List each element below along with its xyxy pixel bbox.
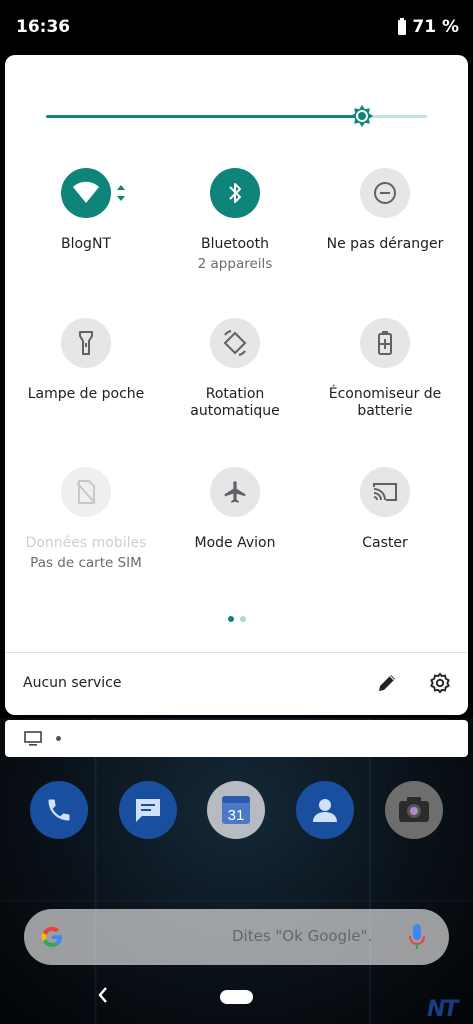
contacts-icon — [313, 799, 337, 822]
tile-rotate-button[interactable] — [210, 318, 260, 368]
tile-wifi-button[interactable] — [61, 168, 125, 218]
screen-icon — [24, 731, 42, 746]
home-pill-button[interactable] — [220, 990, 253, 1004]
tile-airplane-button[interactable] — [210, 467, 260, 517]
tile-flashlight-button[interactable] — [61, 318, 111, 368]
tile-label: Ne pas déranger — [326, 236, 444, 252]
settings-gear-icon[interactable] — [429, 672, 451, 694]
tile-label: Mode Avion — [194, 535, 276, 551]
pager-dot[interactable] — [240, 616, 246, 622]
tile-flashlight[interactable]: Lampe de poche — [11, 318, 161, 403]
status-time: 16:36 — [16, 17, 71, 37]
notification-shelf[interactable] — [5, 720, 468, 757]
tile-sublabel: Pas de carte SIM — [30, 555, 142, 571]
quick-settings-footer: Aucun service — [5, 652, 468, 716]
mobile-data-off-icon — [76, 480, 96, 504]
tile-cast[interactable]: Caster — [310, 467, 460, 552]
tile-wifi[interactable]: BlogNT — [11, 168, 161, 253]
tile-mobile-data-button[interactable] — [61, 467, 111, 517]
microphone-icon[interactable] — [409, 923, 425, 951]
tile-bluetooth-button[interactable] — [210, 168, 260, 218]
tile-battery-saver-button[interactable] — [360, 318, 410, 368]
home-wallpaper — [0, 718, 473, 1024]
quick-settings-panel: BlogNT Bluetooth 2 appareils Ne pas déra… — [5, 55, 468, 715]
wifi-icon — [73, 181, 99, 203]
calendar-date: 31 — [228, 807, 245, 824]
camera-icon — [399, 797, 429, 822]
tile-do-not-disturb[interactable]: Ne pas déranger — [310, 168, 460, 253]
airplane-icon — [224, 481, 246, 503]
tile-cast-button[interactable] — [360, 467, 410, 517]
brightness-slider-fill — [46, 115, 363, 118]
dock-calendar[interactable]: 31 — [207, 781, 265, 839]
tile-airplane-mode[interactable]: Mode Avion — [160, 467, 310, 552]
tile-mobile-data[interactable]: Données mobiles Pas de carte SIM — [11, 467, 161, 572]
edit-icon[interactable] — [376, 672, 398, 694]
back-chevron-icon[interactable] — [95, 984, 111, 1006]
status-bar: 16:36 71 % — [0, 0, 473, 56]
battery-icon — [398, 17, 407, 35]
tile-auto-rotate[interactable]: Rotation automatique — [160, 318, 310, 420]
tile-battery-saver[interactable]: Économiseur de batterie — [310, 318, 460, 420]
dock-contacts[interactable] — [296, 781, 354, 839]
pager-dot-active[interactable] — [228, 616, 234, 622]
tile-label: Caster — [362, 535, 408, 551]
tile-label: Économiseur de batterie — [328, 386, 442, 419]
carrier-status: Aucun service — [23, 675, 122, 691]
auto-rotate-icon — [223, 330, 247, 356]
tile-label: Données mobiles — [25, 535, 147, 551]
phone-icon — [48, 799, 70, 821]
bluetooth-icon — [229, 183, 241, 203]
calendar-icon: 31 — [222, 796, 250, 824]
tile-dnd-button[interactable] — [360, 168, 410, 218]
tile-label: Bluetooth — [201, 236, 269, 252]
watermark-logo: NT — [427, 997, 458, 1022]
google-g-icon — [41, 926, 62, 947]
dock-camera[interactable] — [385, 781, 443, 839]
battery-saver-icon — [378, 331, 392, 355]
battery-percent: 71 % — [412, 17, 459, 37]
notification-dot — [56, 736, 61, 741]
status-right: 71 % — [398, 17, 459, 37]
google-search-bar[interactable]: Dites "Ok Google". — [24, 909, 449, 965]
search-hint: Dites "Ok Google". — [232, 927, 373, 945]
tile-bluetooth[interactable]: Bluetooth 2 appareils — [160, 168, 310, 273]
brightness-icon[interactable] — [350, 104, 374, 128]
messages-icon — [136, 799, 160, 822]
tile-sublabel: 2 appareils — [197, 256, 273, 272]
dock-messages[interactable] — [119, 781, 177, 839]
flashlight-icon — [79, 331, 93, 355]
do-not-disturb-icon — [374, 182, 396, 204]
tile-label: Lampe de poche — [27, 386, 145, 402]
tile-label: Rotation automatique — [190, 386, 280, 419]
data-activity-icon — [117, 185, 125, 201]
dock-phone[interactable] — [30, 781, 88, 839]
tile-label: BlogNT — [61, 236, 111, 252]
cast-icon — [373, 483, 397, 501]
